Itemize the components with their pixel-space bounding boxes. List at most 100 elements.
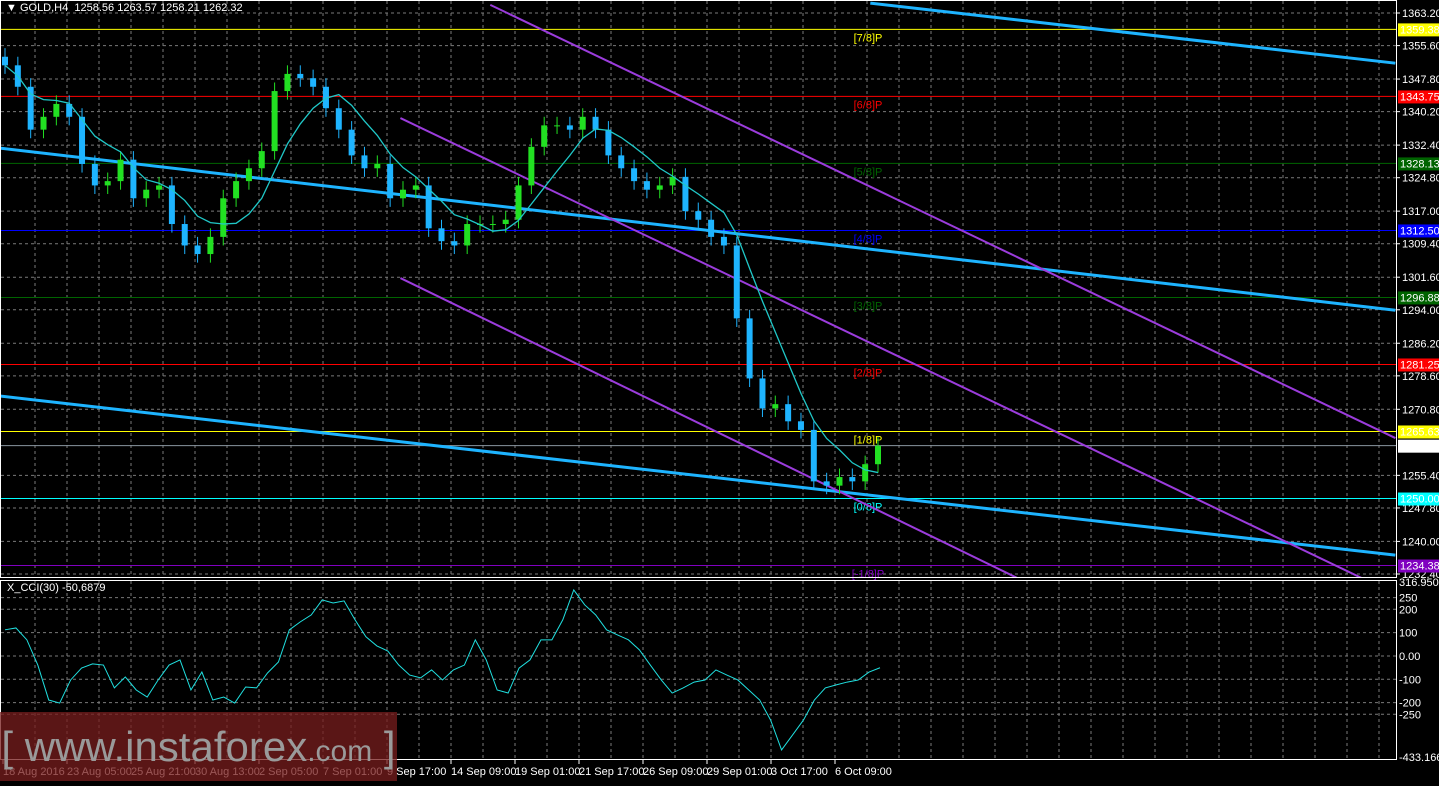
price-tick-label: 1340.20: [1402, 107, 1439, 119]
murrey-price-badge-label: 1234.38: [1400, 561, 1439, 573]
candle-body: [810, 429, 817, 482]
candle-body: [284, 73, 291, 92]
candle-body: [554, 125, 561, 127]
watermark-tld: .com: [307, 735, 373, 768]
candle-body: [143, 189, 150, 199]
murrey-level-label: [0/8]P: [854, 502, 883, 514]
price-tick-label: 1355.60: [1402, 41, 1439, 53]
symbol-label: GOLD,H4: [19, 2, 69, 14]
candle-body: [104, 181, 111, 186]
cci-tick-label: -250: [1399, 709, 1421, 721]
watermark-bracket: [: [1, 723, 14, 770]
price-tick-label: 1317.00: [1402, 206, 1439, 218]
watermark-site: www.instaforex: [24, 723, 308, 770]
candle-body: [335, 108, 342, 130]
cci-tick-label: 200: [1399, 604, 1417, 616]
grid: [1, 1, 1396, 759]
price-tick-label: 1294.00: [1402, 305, 1439, 317]
candle-body: [862, 464, 869, 482]
candle-body: [399, 189, 406, 199]
axes: 1363.20 1355.60 1347.80 1340.20 1332.40 1324.…: [2, 8, 1439, 778]
price-tick-label: 1309.40: [1402, 239, 1439, 251]
price-tick-label: 1278.60: [1402, 371, 1439, 383]
candle-body: [631, 168, 638, 182]
channel-line: [399, 117, 1362, 577]
cci-tick-label: 0.00: [1399, 651, 1420, 663]
trend-line: [870, 1, 1396, 65]
candle-body: [682, 176, 689, 212]
candle-body: [117, 159, 124, 182]
candle-body: [772, 404, 779, 409]
time-tick-label: 6 Oct 09:00: [835, 766, 892, 778]
candle-body: [875, 445, 881, 465]
candle-body: [489, 224, 496, 226]
price-tick-label: 1363.20: [1402, 8, 1439, 20]
candle-body: [207, 236, 214, 255]
candle-body: [541, 125, 548, 147]
candle-body: [181, 224, 188, 246]
candle-body: [91, 163, 98, 186]
cci-tick-label: 316.9504: [1399, 577, 1439, 589]
candle-body: [387, 163, 394, 199]
candle-body: [451, 241, 458, 246]
time-tick-label: 3 Oct 17:00: [771, 766, 828, 778]
murrey-price-badge-label: 1265.63: [1400, 426, 1439, 438]
trend-lines[interactable]: [0, 1, 1396, 762]
murrey-level-label: [3/8]P: [854, 300, 883, 312]
murrey-price-badge-label: 1328.13: [1400, 158, 1439, 170]
chart-header: ▼ GOLD,H4 1258.56 1263.57 1258.21 1262.3…: [6, 2, 243, 14]
candle-body: [53, 103, 60, 117]
candle-body: [720, 236, 727, 246]
candle-body: [566, 125, 573, 130]
time-tick-label: 14 Sep 09:00: [451, 766, 516, 778]
candle-body: [412, 185, 419, 190]
murrey-level-label: [2/8]P: [854, 367, 883, 379]
candles: [2, 48, 881, 495]
candle-body: [502, 219, 509, 225]
murrey-price-badge-label: 1343.75: [1400, 91, 1439, 103]
time-tick-label: 29 Sep 01:00: [707, 766, 772, 778]
candle-body: [40, 116, 47, 130]
murrey-price-badge-label: 1296.88: [1400, 292, 1439, 304]
candle-body: [785, 404, 792, 422]
candle-body: [849, 477, 856, 482]
price-tick-label: 1255.40: [1402, 470, 1439, 482]
candle-body: [695, 211, 702, 220]
candle-body: [361, 155, 368, 169]
collapse-triangle-icon[interactable]: ▼: [6, 2, 17, 14]
price-tick-label: 1270.80: [1402, 404, 1439, 416]
price-tick-label: 1324.80: [1402, 173, 1439, 185]
price-tick-label: 1240.00: [1402, 536, 1439, 548]
price-tick-label: 1301.60: [1402, 272, 1439, 284]
candle-body: [271, 91, 278, 152]
watermark-bracket: ]: [383, 723, 396, 770]
price-chart[interactable]: [7/8]P[6/8]P[5/8]P[4/8]P[3/8]P[2/8]P[1/8…: [0, 0, 1439, 781]
candle-body: [258, 151, 265, 169]
candle-body: [220, 198, 227, 237]
candle-body: [297, 73, 304, 79]
candle-body: [823, 481, 830, 486]
candle-body: [233, 181, 240, 199]
cci-tick-label: -433.1663: [1399, 752, 1439, 764]
candle-body: [643, 181, 650, 190]
cci-tick-label: 250: [1399, 593, 1417, 605]
time-tick-label: 19 Sep 01:00: [515, 766, 580, 778]
candle-body: [194, 245, 201, 255]
murrey-price-badge-label: 1359.38: [1400, 24, 1439, 36]
price-tick-label: 1332.40: [1402, 140, 1439, 152]
candle-body: [79, 116, 86, 164]
murrey-level-label: [6/8]P: [854, 99, 883, 111]
trend-line: [1, 394, 1396, 557]
open-value: 1258.56: [74, 2, 115, 14]
candle-body: [836, 477, 843, 486]
instaforex-watermark: [ www.instaforex.com ]: [0, 712, 397, 781]
candle-body: [348, 129, 355, 156]
candle-body: [464, 224, 471, 246]
candle-body: [310, 78, 317, 87]
time-tick-label: 26 Sep 09:00: [643, 766, 708, 778]
candle-body: [733, 245, 740, 319]
candle-body: [579, 116, 586, 130]
cci-tick-label: 100: [1399, 628, 1417, 640]
candle-body: [528, 146, 535, 186]
candle-body: [156, 185, 163, 190]
